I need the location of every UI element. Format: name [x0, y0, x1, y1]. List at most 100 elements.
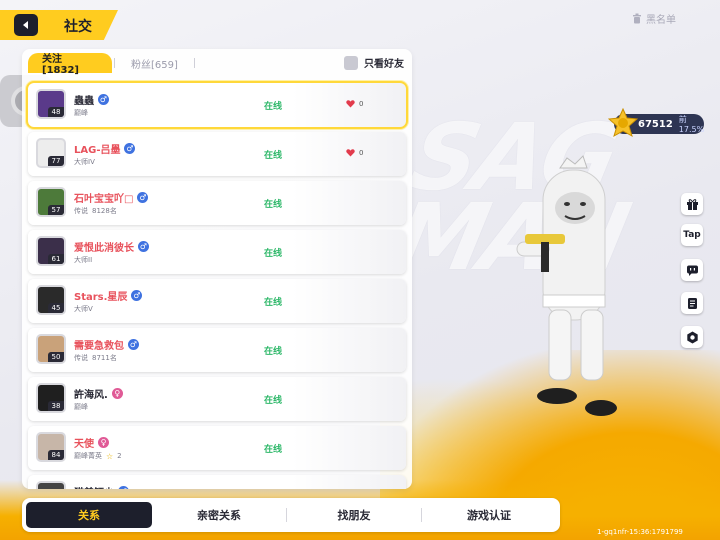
friend-rank-label: 大师IV [74, 158, 95, 166]
friend-row[interactable]: 50 需要急救包 ♂ 传说 8711名 在线 [28, 328, 406, 372]
back-button[interactable] [14, 14, 38, 36]
friend-name: 天使 [74, 439, 94, 450]
nav-game-certification[interactable]: 游戏认证 [422, 502, 556, 528]
nav-find-friends[interactable]: 找朋友 [287, 502, 421, 528]
taptap-button[interactable]: Tap [681, 224, 703, 246]
friend-row[interactable]: 48 蟲蟲 ♂ 巅峰 在线 0 [26, 81, 408, 129]
friends-only-toggle[interactable]: 只看好友 [344, 55, 404, 70]
heart-icon [346, 100, 355, 108]
friend-rank: 传说 8711名 [74, 353, 117, 363]
heart-icon [346, 149, 355, 157]
nav-relations[interactable]: 关系 [26, 502, 152, 528]
friend-rank-extra: 8711名 [92, 354, 117, 362]
friend-row[interactable]: 45 Stars.星辰 ♂ 大师V 在线 [28, 279, 406, 323]
friend-row[interactable]: 57 石叶宝宝吖□ ♂ 传说 8128名 在线 [28, 181, 406, 225]
friend-name-line: 石叶宝宝吖□ ♂ [74, 190, 149, 205]
female-icon: ♀ [111, 388, 123, 399]
star-icon: ☆ [106, 451, 114, 461]
friend-name-line: 需要急救包 ♂ [74, 337, 139, 352]
star-coin-icon [608, 108, 638, 138]
friend-name-line: 許海风. ♀ [74, 386, 123, 401]
friend-rank-extra: 2 [117, 452, 122, 460]
friend-row[interactable]: 38 許海风. ♀ 巅峰 在线 [28, 377, 406, 421]
friend-status: 在线 [264, 151, 283, 161]
friend-name: 蟲蟲 [74, 96, 94, 107]
tab-divider [114, 58, 115, 68]
friend-likes[interactable]: 0 [346, 149, 363, 157]
friend-rank-label: 巅峰 [74, 403, 88, 411]
friend-row[interactable]: 猫美钰少 ♂ [28, 475, 406, 489]
friend-level: 45 [48, 303, 64, 313]
friend-likes[interactable]: 0 [346, 100, 363, 108]
nav-intimate-relations[interactable]: 亲密关系 [152, 502, 286, 528]
tab-following[interactable]: 关注[1832] [28, 53, 112, 76]
tab-followers[interactable]: 粉丝[659] [117, 53, 192, 73]
bottom-nav: 关系 亲密关系 找朋友 游戏认证 [22, 498, 560, 532]
friends-only-label: 只看好友 [364, 59, 404, 70]
friend-list: 48 蟲蟲 ♂ 巅峰 在线 0 77 LAG-吕墨 ♂ 大师IV 在线 0 57 石叶宝宝吖□ ♂ 传说 812… [26, 81, 408, 489]
friend-rank-label: 巅峰 [74, 109, 88, 117]
friend-avatar[interactable]: 77 [36, 138, 66, 168]
friend-name: 爱恨此消彼长 [74, 243, 134, 254]
friend-row[interactable]: 61 爱恨此消彼长 ♂ 大师II 在线 [28, 230, 406, 274]
build-id: 1-gq1nfr-15:36:1791799 [597, 528, 683, 536]
male-icon: ♂ [98, 94, 109, 105]
gift-icon [686, 198, 698, 210]
friend-avatar[interactable]: 61 [36, 236, 66, 266]
friend-rank-label: 传说 [74, 207, 88, 215]
notes-button[interactable] [681, 292, 703, 314]
friend-rank: 传说 8128名 [74, 206, 117, 216]
friend-status: 在线 [264, 200, 283, 210]
friend-avatar[interactable]: 50 [36, 334, 66, 364]
back-arrow-icon [23, 21, 28, 29]
friend-rank: 巅峰菁英 ☆ 2 [74, 451, 122, 461]
friend-avatar[interactable]: 57 [36, 187, 66, 217]
chat-button[interactable] [681, 259, 703, 281]
friend-rank-extra: 8128名 [92, 207, 117, 215]
friend-level: 77 [48, 156, 64, 166]
taptap-icon: Tap [683, 230, 701, 240]
friend-level: 57 [48, 205, 64, 215]
friend-rank-label: 传说 [74, 354, 88, 362]
female-icon: ♀ [98, 437, 109, 448]
friend-avatar[interactable]: 38 [36, 383, 66, 413]
gift-button[interactable] [681, 193, 703, 215]
blacklist-label: 黑名单 [646, 15, 676, 26]
male-icon: ♂ [118, 486, 129, 489]
friend-rank-label: 巅峰菁英 [74, 452, 102, 460]
coin-rank-badge[interactable]: 67512 前17.5% [608, 108, 704, 138]
list-tabs: 关注[1832] 粉丝[659] [28, 53, 197, 76]
chat-icon [686, 265, 698, 276]
friends-panel: 关注[1832] 粉丝[659] 只看好友 48 蟲蟲 ♂ 巅峰 在线 0 77 LAG-吕墨… [22, 49, 412, 489]
friend-avatar[interactable]: 48 [36, 89, 66, 119]
friend-name-line: Stars.星辰 ♂ [74, 288, 143, 303]
friend-status: 在线 [264, 445, 283, 455]
friend-rank: 大师IV [74, 157, 95, 167]
friend-row[interactable]: 77 LAG-吕墨 ♂ 大师IV 在线 0 [28, 132, 406, 176]
friend-avatar[interactable] [36, 481, 66, 489]
friend-avatar[interactable]: 45 [36, 285, 66, 315]
friend-level: 48 [48, 107, 64, 117]
friend-rank: 大师II [74, 255, 92, 265]
friend-avatar[interactable]: 84 [36, 432, 66, 462]
friend-name-line: 蟲蟲 ♂ [74, 92, 109, 107]
blacklist-button[interactable]: 黑名单 [632, 11, 676, 26]
friend-level: 38 [48, 401, 64, 411]
friend-row[interactable]: 84 天使 ♀ 巅峰菁英 ☆ 2 在线 [28, 426, 406, 470]
friend-name-line: 爱恨此消彼长 ♂ [74, 239, 149, 254]
friend-likes-count: 0 [359, 149, 364, 157]
friend-rank: 巅峰 [74, 402, 88, 412]
friend-level: 61 [48, 254, 64, 264]
trash-icon [633, 13, 641, 24]
friend-likes-count: 0 [359, 100, 364, 108]
page-title: 社交 [64, 19, 92, 35]
friend-name-line: 天使 ♀ [74, 435, 109, 450]
friend-name: 許海风. [74, 390, 108, 401]
friend-status: 在线 [264, 102, 283, 112]
friend-status: 在线 [264, 298, 283, 308]
friends-only-checkbox[interactable] [344, 55, 358, 70]
male-icon: ♂ [138, 241, 149, 252]
settings-button[interactable] [681, 326, 703, 348]
friend-status: 在线 [264, 347, 283, 357]
coin-value: 67512 [638, 118, 673, 130]
